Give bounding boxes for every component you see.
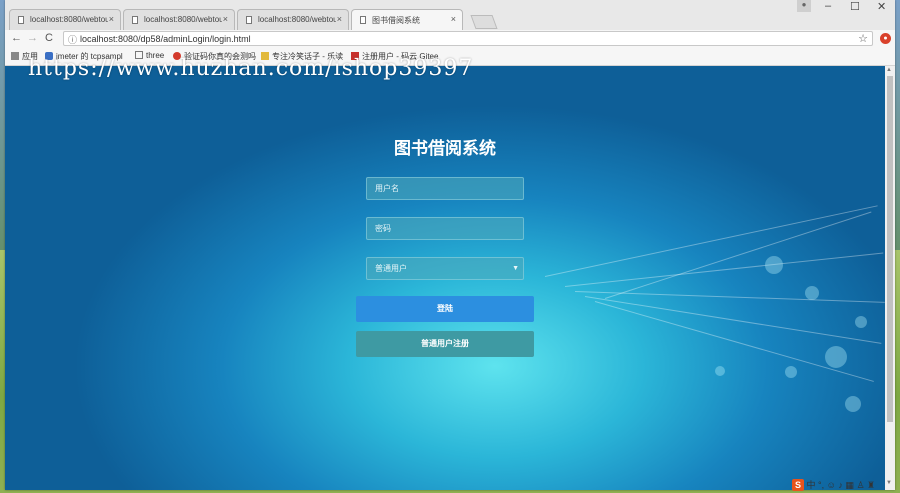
url-text: localhost:8080/dp58/adminLogin/login.htm… bbox=[80, 34, 251, 44]
password-field[interactable]: 密码 bbox=[366, 217, 524, 240]
light-streak bbox=[544, 205, 878, 277]
tab-label: localhost:8080/webtou bbox=[144, 15, 222, 24]
user-icon[interactable]: ♙ bbox=[856, 480, 864, 490]
user-profile-icon[interactable]: ● bbox=[797, 0, 811, 12]
login-button[interactable]: 登陆 bbox=[356, 296, 534, 322]
role-select-value: 普通用户 bbox=[375, 264, 407, 273]
sogou-icon[interactable]: S bbox=[792, 479, 804, 491]
watermark-text: https://www.huzhan.com/ishop39397 bbox=[28, 56, 474, 81]
maximize-button[interactable]: ☐ bbox=[850, 0, 860, 13]
bokeh-light bbox=[825, 346, 847, 368]
chevron-down-icon: ▼ bbox=[512, 265, 519, 272]
browser-toolbar: ← → C ⓘ localhost:8080/dp58/adminLogin/l… bbox=[5, 30, 895, 48]
tab-strip: localhost:8080/webtou × localhost:8080/w… bbox=[5, 0, 895, 30]
bookmark-star-icon[interactable]: ☆ bbox=[858, 32, 868, 45]
extension-icon[interactable]: ● bbox=[880, 33, 891, 44]
scroll-down-icon[interactable]: ▼ bbox=[886, 480, 892, 486]
bokeh-light bbox=[715, 366, 725, 376]
tab-close-icon[interactable]: × bbox=[109, 14, 114, 24]
ime-toolbar: S 中 °, ☺ ♪ ▦ ♙ ♜ bbox=[792, 478, 875, 492]
tab-localhost-2[interactable]: localhost:8080/webtou × bbox=[123, 9, 235, 30]
microphone-icon[interactable]: ♪ bbox=[838, 480, 843, 490]
light-streak bbox=[584, 296, 882, 344]
tab-close-icon[interactable]: × bbox=[451, 14, 456, 24]
tab-library-system[interactable]: 图书借阅系统 × bbox=[351, 9, 463, 30]
role-select[interactable]: 普通用户 ▼ bbox=[366, 257, 524, 280]
bokeh-light bbox=[845, 396, 861, 412]
bokeh-light bbox=[785, 366, 797, 378]
emoji-icon[interactable]: ☺ bbox=[827, 480, 836, 490]
forward-button[interactable]: → bbox=[27, 32, 38, 44]
bokeh-light bbox=[855, 316, 867, 328]
address-bar[interactable]: ⓘ localhost:8080/dp58/adminLogin/login.h… bbox=[63, 31, 873, 46]
light-streak bbox=[594, 301, 874, 382]
bokeh-light bbox=[765, 256, 783, 274]
tab-label: 图书借阅系统 bbox=[372, 16, 420, 25]
page-icon bbox=[132, 16, 138, 24]
login-page: 图书借阅系统 用户名 密码 普通用户 ▼ 登陆 普通用户注册 bbox=[5, 66, 885, 490]
tab-localhost-3[interactable]: localhost:8080/webtou × bbox=[237, 9, 349, 30]
page-icon bbox=[246, 16, 252, 24]
register-button[interactable]: 普通用户注册 bbox=[356, 331, 534, 357]
vertical-scrollbar[interactable]: ▲ ▼ bbox=[885, 66, 895, 490]
shirt-icon[interactable]: ♜ bbox=[867, 480, 875, 490]
keyboard-icon[interactable]: ▦ bbox=[845, 480, 854, 490]
username-field[interactable]: 用户名 bbox=[366, 177, 524, 200]
page-icon bbox=[18, 16, 24, 24]
scroll-up-icon[interactable]: ▲ bbox=[886, 67, 892, 73]
input-language[interactable]: 中 bbox=[807, 480, 816, 490]
page-title: 图书借阅系统 bbox=[394, 139, 496, 158]
page-icon bbox=[360, 16, 366, 24]
light-streak bbox=[564, 252, 884, 287]
minimize-button[interactable]: – bbox=[825, 0, 831, 12]
punctuation-icon[interactable]: °, bbox=[818, 480, 824, 490]
tab-localhost-1[interactable]: localhost:8080/webtou × bbox=[9, 9, 121, 30]
reload-button[interactable]: C bbox=[45, 32, 53, 44]
tab-close-icon[interactable]: × bbox=[223, 14, 228, 24]
tab-label: localhost:8080/webtou bbox=[258, 15, 336, 24]
tab-label: localhost:8080/webtou bbox=[30, 15, 108, 24]
back-button[interactable]: ← bbox=[11, 32, 22, 44]
scrollbar-thumb[interactable] bbox=[887, 76, 893, 422]
tab-close-icon[interactable]: × bbox=[337, 14, 342, 24]
new-tab-button[interactable] bbox=[470, 15, 498, 29]
info-icon[interactable]: ⓘ bbox=[68, 33, 77, 46]
close-window-button[interactable]: ✕ bbox=[877, 0, 886, 13]
bokeh-light bbox=[805, 286, 819, 300]
apps-grid-icon bbox=[11, 52, 19, 60]
